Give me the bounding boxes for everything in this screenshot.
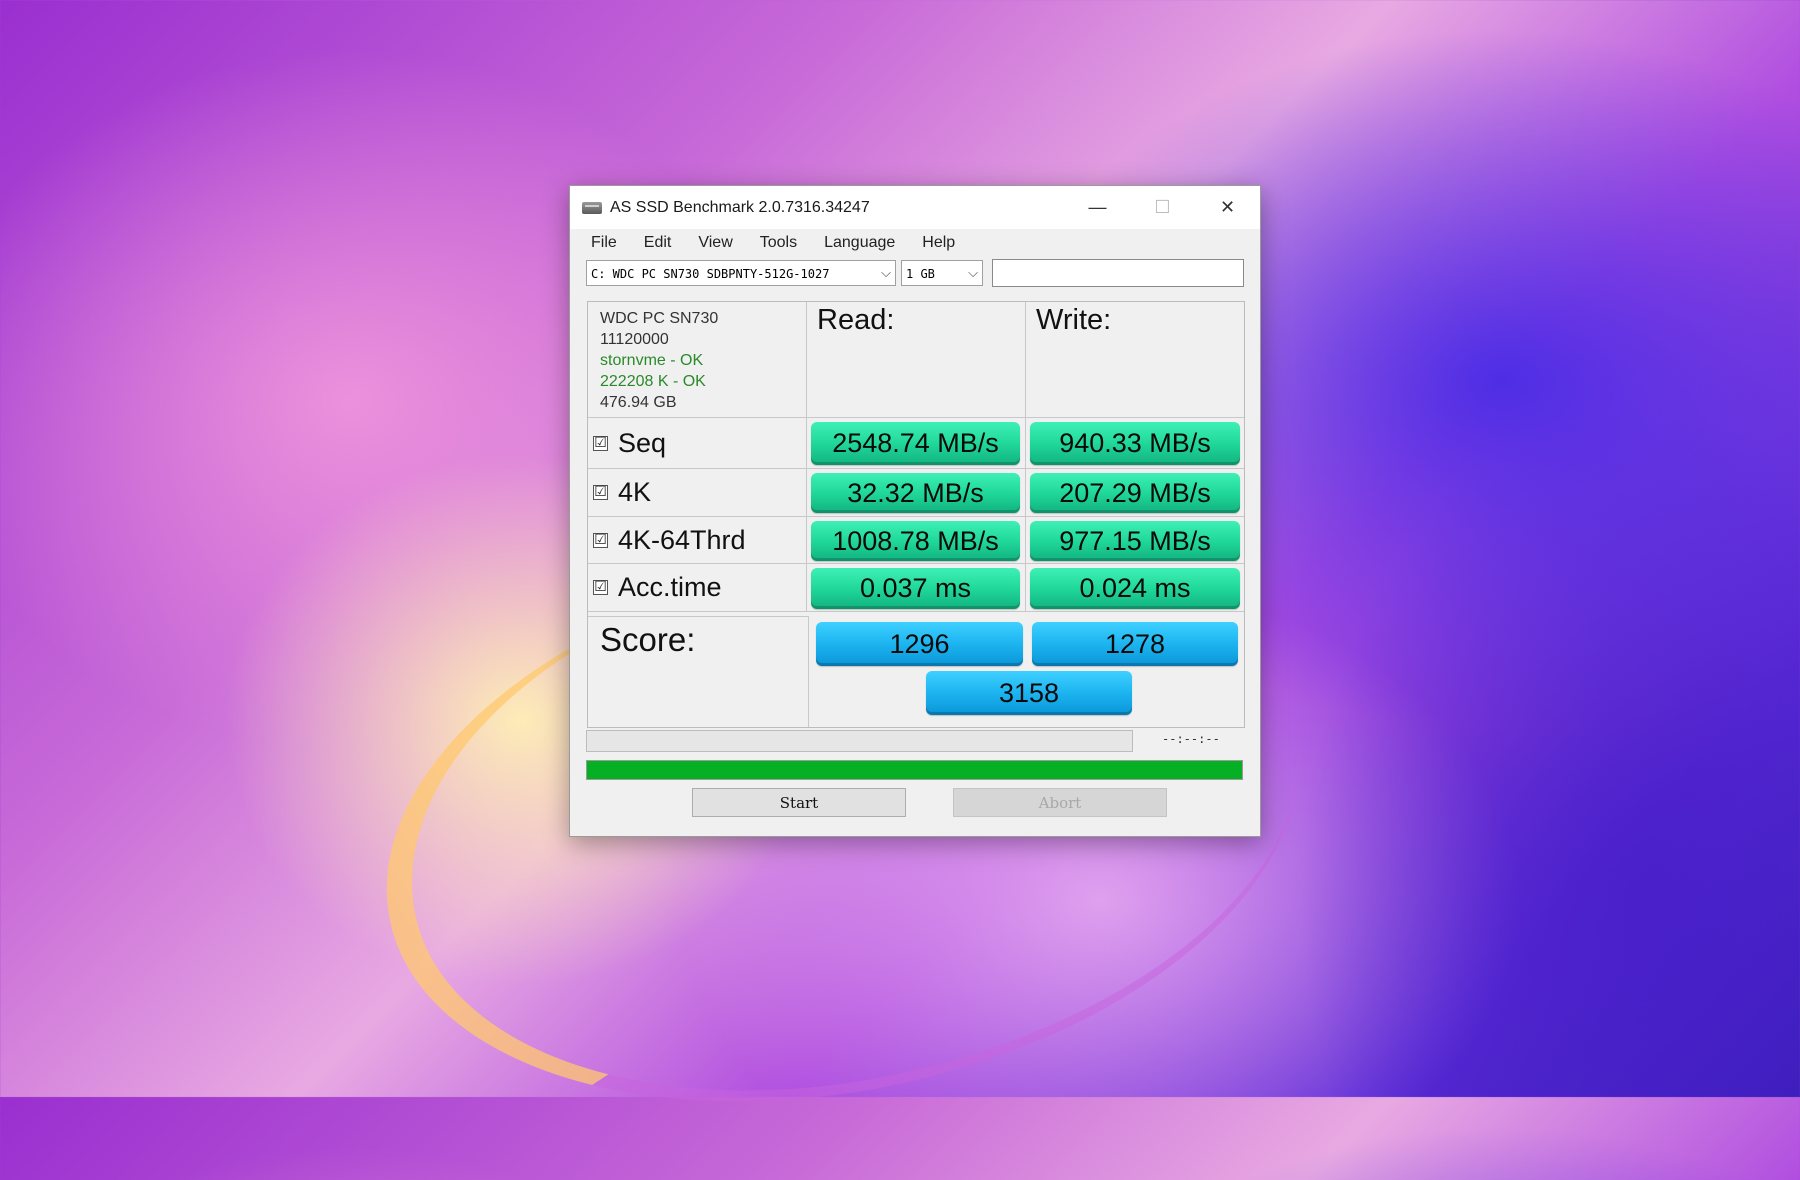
menu-language[interactable]: Language [824, 234, 895, 252]
menu-tools[interactable]: Tools [760, 234, 797, 252]
4k-64thrd-write-value: 977.15 MB/s [1030, 521, 1240, 561]
row-label-text: Seq [618, 427, 667, 458]
acc-time-write-value: 0.024 ms [1030, 568, 1240, 609]
seq-write-value: 940.33 MB/s [1030, 422, 1240, 465]
start-button[interactable]: Start [692, 788, 906, 817]
read-header: Read: [807, 302, 1026, 418]
menu-file[interactable]: File [591, 234, 617, 252]
score-total: 3158 [926, 671, 1132, 715]
drive-model: WDC PC SN730 [600, 310, 719, 327]
row-label-text: 4K [618, 477, 652, 507]
minimize-button[interactable]: — [1065, 186, 1130, 229]
row-label-4k[interactable]: ☑ 4K [588, 469, 807, 517]
4k-write-value: 207.29 MB/s [1030, 473, 1240, 513]
title-bar[interactable]: AS SSD Benchmark 2.0.7316.34247 — ☐ ✕ [570, 186, 1260, 229]
chevron-down-icon: ⌵ [881, 266, 891, 281]
window-title: AS SSD Benchmark 2.0.7316.34247 [610, 198, 870, 216]
score-read: 1296 [816, 622, 1023, 666]
hard-drive-icon [582, 200, 602, 216]
seq-checkbox[interactable]: ☑ [593, 435, 608, 451]
alignment-status: 222208 K - OK [600, 373, 706, 390]
app-window: AS SSD Benchmark 2.0.7316.34247 — ☐ ✕ Fi… [569, 185, 1261, 837]
score-header: Score: [588, 616, 809, 727]
4k-checkbox[interactable]: ☑ [593, 485, 608, 500]
window-controls: — ☐ ✕ [1065, 186, 1260, 229]
row-label-4k-64thrd[interactable]: ☑ 4K-64Thrd [588, 517, 807, 564]
menu-edit[interactable]: Edit [644, 234, 672, 252]
acc-time-read-value: 0.037 ms [811, 568, 1020, 609]
row-label-text: Acc.time [618, 572, 722, 602]
row-label-seq[interactable]: ☑ Seq [588, 418, 807, 469]
drive-select[interactable]: C: WDC PC SN730 SDBPNTY-512G-1027 ⌵ [586, 260, 896, 286]
drive-capacity: 476.94 GB [600, 394, 677, 411]
maximize-button[interactable]: ☐ [1130, 186, 1195, 229]
4k-read-value: 32.32 MB/s [811, 473, 1020, 513]
row-label-acc-time[interactable]: ☑ Acc.time [588, 564, 807, 612]
menu-help[interactable]: Help [922, 234, 955, 252]
driver-status: stornvme - OK [600, 352, 704, 369]
test-size-value: 1 GB [906, 267, 935, 281]
drive-select-value: C: WDC PC SN730 SDBPNTY-512G-1027 [591, 267, 830, 281]
elapsed-time: --:--:-- [1162, 732, 1220, 746]
chevron-down-icon: ⌵ [968, 266, 978, 281]
seq-read-value: 2548.74 MB/s [811, 422, 1020, 465]
overall-progress-bar [586, 760, 1243, 780]
menu-bar: File Edit View Tools Language Help [570, 229, 1260, 257]
drive-info-panel: WDC PC SN730 11120000 stornvme - OK 2222… [588, 302, 807, 418]
results-grid: WDC PC SN730 11120000 stornvme - OK 2222… [587, 301, 1245, 728]
text-input[interactable] [992, 259, 1244, 287]
score-write: 1278 [1032, 622, 1238, 666]
drive-firmware: 11120000 [600, 331, 669, 348]
write-header: Write: [1026, 302, 1244, 418]
menu-view[interactable]: View [698, 234, 732, 252]
row-label-text: 4K-64Thrd [618, 524, 746, 555]
4k-64thrd-read-value: 1008.78 MB/s [811, 521, 1020, 561]
sub-progress-bar [586, 730, 1133, 752]
4k-64thrd-checkbox[interactable]: ☑ [593, 532, 608, 548]
acc-time-checkbox[interactable]: ☑ [593, 580, 608, 595]
abort-button[interactable]: Abort [953, 788, 1167, 817]
test-size-select[interactable]: 1 GB ⌵ [901, 260, 983, 286]
close-button[interactable]: ✕ [1195, 186, 1260, 229]
toolbar: C: WDC PC SN730 SDBPNTY-512G-1027 ⌵ 1 GB… [570, 257, 1260, 289]
